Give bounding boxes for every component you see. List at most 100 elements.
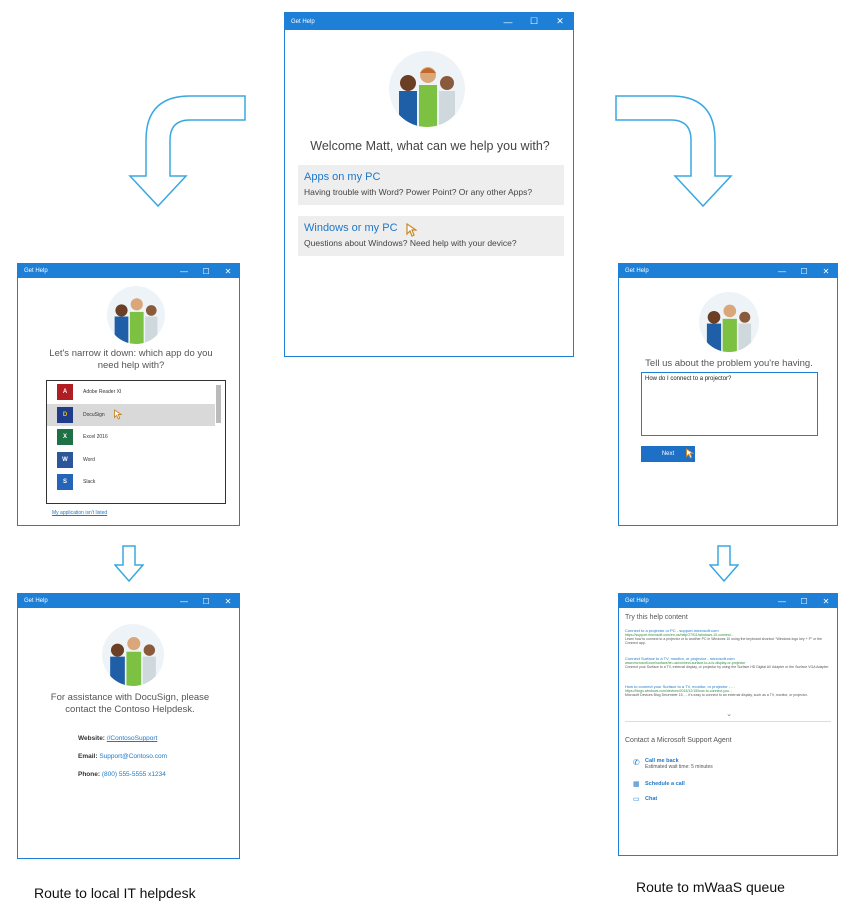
website-row: Website: //ContosoSupport: [78, 735, 157, 742]
schedule-call-option[interactable]: ▦ Schedule a call: [633, 780, 685, 788]
list-item[interactable]: A Adobe Reader XI: [47, 381, 225, 404]
people-illustration: [699, 292, 759, 352]
slack-icon: S: [57, 474, 73, 491]
problem-prompt: Tell us about the problem you're having.: [645, 358, 813, 369]
website-link[interactable]: //ContosoSupport: [107, 735, 158, 742]
option-apps-on-pc[interactable]: Apps on my PC Having trouble with Word? …: [298, 165, 564, 205]
mouse-cursor-icon: [113, 409, 122, 420]
option-apps-desc: Having trouble with Word? Power Point? O…: [304, 187, 533, 197]
get-help-window-helpdesk: Get Help — ☐ ✕ For assistance with DocuS…: [17, 593, 240, 859]
option-windows-pc[interactable]: Windows or my PC Questions about Windows…: [298, 216, 564, 256]
maximize-button[interactable]: ☐: [195, 264, 217, 278]
email-label: Email:: [78, 753, 98, 760]
minimize-button[interactable]: —: [173, 594, 195, 608]
wait-time-text: Estimated wait time: 5 minutes: [645, 764, 713, 770]
app-name: Adobe Reader XI: [83, 389, 122, 396]
option-windows-desc: Questions about Windows? Need help with …: [304, 238, 517, 248]
mouse-cursor-icon: [686, 448, 694, 459]
call-me-back-option[interactable]: ✆ Call me back Estimated wait time: 5 mi…: [633, 758, 713, 770]
list-item[interactable]: X Excel 2016: [47, 426, 225, 449]
adobe-reader-icon: A: [57, 384, 73, 401]
minimize-button[interactable]: —: [771, 264, 793, 278]
schedule-call-label: Schedule a call: [645, 781, 685, 787]
title-bar: Get Help — ☐ ✕: [285, 13, 573, 30]
app-name: Excel 2016: [83, 434, 108, 441]
minimize-button[interactable]: —: [771, 594, 793, 608]
help-result[interactable]: How to connect your Surface to a TV, mon…: [625, 684, 830, 697]
down-arrow-right-icon: [709, 545, 739, 583]
help-result[interactable]: Connect Surface to a TV, monitor, or pro…: [625, 656, 830, 669]
phone-link[interactable]: (800) 555-5555 x1234: [102, 771, 166, 778]
minimize-button[interactable]: —: [173, 264, 195, 278]
title-bar: Get Help — ☐ ✕: [18, 594, 239, 608]
title-bar: Get Help — ☐ ✕: [619, 594, 837, 608]
window-title: Get Help: [625, 268, 649, 274]
get-help-window-main: Get Help — ☐ ✕ Welcome Matt, what can we…: [284, 12, 574, 357]
people-illustration: [102, 624, 164, 686]
scrollbar[interactable]: [216, 385, 221, 423]
welcome-heading: Welcome Matt, what can we help you with?: [310, 139, 550, 153]
mouse-cursor-icon: [406, 223, 417, 237]
next-button-label: Next: [661, 451, 675, 457]
helpdesk-message: For assistance with DocuSign, please con…: [50, 692, 210, 715]
email-row: Email: Support@Contoso.com: [78, 753, 167, 760]
caption-left: Route to local IT helpdesk: [34, 885, 196, 901]
app-list[interactable]: A Adobe Reader XI D DocuSign X Excel 201…: [46, 380, 226, 504]
list-item-selected[interactable]: D DocuSign: [47, 403, 215, 426]
phone-label: Phone:: [78, 771, 101, 778]
word-icon: W: [57, 451, 73, 468]
app-name: Word: [83, 456, 95, 463]
list-item[interactable]: W Word: [47, 449, 225, 472]
result-desc: Microsoft Devices Blog December 15, ... …: [625, 693, 808, 697]
email-link[interactable]: Support@Contoso.com: [99, 753, 167, 760]
window-title: Get Help: [24, 268, 48, 274]
calendar-icon: ▦: [633, 781, 640, 788]
option-apps-title: Apps on my PC: [304, 171, 381, 183]
agent-heading: Contact a Microsoft Support Agent: [625, 737, 732, 744]
chat-bubble-icon: ▭: [633, 796, 640, 803]
window-title: Get Help: [24, 598, 48, 604]
title-bar: Get Help — ☐ ✕: [18, 264, 239, 278]
chat-option[interactable]: ▭ Chat: [633, 795, 657, 803]
result-desc: Connect your Surface to a TV, external d…: [625, 665, 830, 669]
maximize-button[interactable]: ☐: [793, 264, 815, 278]
option-windows-title: Windows or my PC: [304, 222, 398, 234]
chat-label: Chat: [645, 796, 658, 802]
curved-arrow-left-icon: [128, 95, 246, 208]
get-help-window-content: Get Help — ☐ ✕ Try this help content Con…: [618, 593, 838, 856]
maximize-button[interactable]: ☐: [195, 594, 217, 608]
window-title: Get Help: [625, 598, 649, 604]
docusign-icon: D: [57, 406, 73, 423]
get-help-window-problem: Get Help — ☐ ✕ Tell us about the problem…: [618, 263, 838, 526]
maximize-button[interactable]: ☐: [793, 594, 815, 608]
people-illustration: [389, 51, 465, 127]
help-result[interactable]: Connect to a projector or PC - support.m…: [625, 628, 830, 645]
result-desc: Learn how to connect to a projector or t…: [625, 637, 823, 645]
app-name: DocuSign: [83, 411, 105, 418]
window-title: Get Help: [291, 18, 315, 25]
close-button[interactable]: ✕: [547, 13, 573, 30]
close-button[interactable]: ✕: [217, 594, 239, 608]
narrow-prompt: Let's narrow it down: which app do you n…: [49, 348, 213, 371]
caption-right: Route to mWaaS queue: [636, 879, 785, 895]
maximize-button[interactable]: ☐: [521, 13, 547, 30]
people-illustration: [107, 286, 165, 344]
excel-icon: X: [57, 429, 73, 446]
get-help-window-narrow: Get Help — ☐ ✕ Let's narrow it down: whi…: [17, 263, 240, 526]
close-button[interactable]: ✕: [815, 594, 837, 608]
phone-row: Phone: (800) 555-5555 x1234: [78, 771, 166, 778]
curved-arrow-right-icon: [615, 95, 733, 208]
down-arrow-left-icon: [114, 545, 144, 583]
close-button[interactable]: ✕: [217, 264, 239, 278]
close-button[interactable]: ✕: [815, 264, 837, 278]
phone-icon: ✆: [633, 758, 640, 767]
app-not-listed-link[interactable]: My application isn't listed: [52, 510, 107, 516]
title-bar: Get Help — ☐ ✕: [619, 264, 837, 278]
help-content-heading: Try this help content: [625, 614, 688, 621]
problem-textarea[interactable]: How do I connect to a projector?: [641, 372, 818, 436]
chevron-down-icon[interactable]: ⌄: [719, 710, 739, 718]
minimize-button[interactable]: —: [495, 13, 521, 30]
divider: [625, 721, 831, 722]
list-item[interactable]: S Slack: [47, 471, 225, 494]
app-name: Slack: [83, 479, 96, 486]
